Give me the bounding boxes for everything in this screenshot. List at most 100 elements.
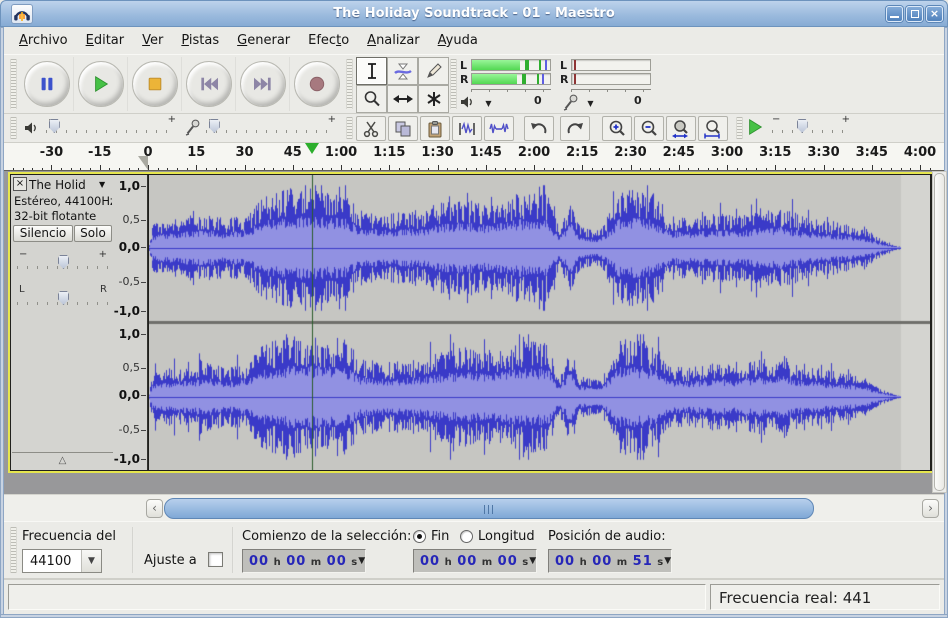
- play-at-speed-button[interactable]: [746, 118, 764, 136]
- menu-efecto[interactable]: Efecto: [299, 29, 358, 52]
- menu-ayuda[interactable]: Ayuda: [429, 29, 487, 52]
- titlebar[interactable]: The Holiday Soundtrack - 01 - Maestro ×: [0, 0, 948, 27]
- maximize-icon: [911, 10, 919, 18]
- end-radio[interactable]: [413, 530, 426, 543]
- envelope-tool-button[interactable]: [387, 57, 418, 85]
- play-at-speed-icon: [746, 118, 764, 136]
- solo-button[interactable]: Solo: [74, 225, 112, 242]
- draw-tool-button[interactable]: [418, 57, 449, 85]
- separator: [232, 527, 234, 573]
- menu-pistas[interactable]: Pistas: [172, 29, 228, 52]
- playback-speed-slider[interactable]: − +: [772, 119, 850, 137]
- transcription-toolbar-grip[interactable]: [736, 117, 743, 139]
- meter-toolbar-grip[interactable]: [450, 59, 457, 109]
- menu-ver[interactable]: Ver: [133, 29, 172, 52]
- timeshift-tool-button[interactable]: [387, 85, 418, 113]
- transport-toolbar-grip[interactable]: [10, 59, 17, 109]
- input-volume-slider[interactable]: − +: [206, 119, 336, 137]
- record-button[interactable]: [294, 61, 340, 107]
- output-meter-dropdown[interactable]: ▼: [480, 98, 497, 110]
- undo-button[interactable]: [524, 116, 554, 141]
- horizontal-scrollbar-thumb[interactable]: [164, 498, 814, 519]
- menu-generar[interactable]: Generar: [228, 29, 299, 52]
- vertical-scrollbar[interactable]: [932, 171, 947, 493]
- transport-cell: [128, 57, 182, 111]
- vertical-ruler[interactable]: 1,00,50,0-0,5-1,01,00,50,0-0,5-1,0: [113, 175, 148, 470]
- zoom-out-button[interactable]: [634, 116, 664, 141]
- silence-button[interactable]: [484, 116, 514, 141]
- vertical-ruler-tick: [141, 220, 146, 221]
- transport-cell: [236, 57, 290, 111]
- end-radio-label[interactable]: Fin: [431, 529, 449, 544]
- input-meter-left-label: L: [560, 59, 567, 72]
- length-radio-label[interactable]: Longitud: [478, 529, 535, 544]
- close-button[interactable]: ×: [926, 6, 943, 22]
- zoom-selection-button[interactable]: [666, 116, 696, 141]
- mute-button[interactable]: Silencio: [13, 225, 73, 242]
- selection-end-field[interactable]: 00 h 00 m 00 s▼: [413, 549, 537, 573]
- mixer-toolbar-grip[interactable]: [10, 117, 17, 139]
- zoom-fit-button[interactable]: [698, 116, 728, 141]
- maximize-button[interactable]: [906, 6, 923, 22]
- scroll-left-button[interactable]: ‹: [146, 499, 163, 518]
- timeline-ruler[interactable]: -30-1501530451:001:151:301:452:002:152:3…: [4, 143, 944, 171]
- redo-button[interactable]: [560, 116, 590, 141]
- waveform-display[interactable]: [149, 175, 930, 470]
- selection-tool-button[interactable]: [356, 57, 387, 85]
- output-meter[interactable]: L R ▼ 0: [460, 58, 556, 112]
- multi-tool-button[interactable]: [418, 85, 449, 113]
- menu-archivo[interactable]: Archivo: [10, 29, 77, 52]
- selection-toolbar-grip[interactable]: [10, 527, 17, 573]
- track-title-dropdown[interactable]: The Holid ▼: [29, 177, 111, 192]
- menu-editar[interactable]: Editar: [77, 29, 134, 52]
- paste-button[interactable]: [420, 116, 450, 141]
- play-button[interactable]: [78, 61, 124, 107]
- track-collapse-button[interactable]: △: [12, 452, 113, 469]
- snap-to-checkbox[interactable]: [208, 552, 223, 567]
- output-meter-zero-label: 0: [534, 94, 542, 107]
- window-frame-bottom: [0, 614, 948, 618]
- output-volume-slider[interactable]: − +: [46, 119, 176, 137]
- input-meter-dropdown[interactable]: ▼: [582, 98, 599, 110]
- pause-button[interactable]: [24, 61, 70, 107]
- audio-position-field[interactable]: 00 h 00 m 51 s▼: [548, 549, 672, 573]
- status-rate-panel: Frecuencia real: 441: [710, 584, 940, 610]
- track-control-panel: × The Holid ▼ Estéreo, 44100Hz 32-bit fl…: [11, 175, 113, 470]
- track-close-button[interactable]: ×: [13, 177, 27, 191]
- zoom-tool-button[interactable]: [356, 85, 387, 113]
- project-rate-label: Frecuencia del: [22, 529, 116, 544]
- vertical-scrollbar-thumb[interactable]: [934, 173, 945, 491]
- length-radio[interactable]: [460, 530, 473, 543]
- minimize-button[interactable]: [886, 6, 903, 22]
- menu-analizar[interactable]: Analizar: [358, 29, 428, 52]
- star-icon: [425, 90, 443, 108]
- stop-button[interactable]: [132, 61, 178, 107]
- skip-end-button[interactable]: [240, 61, 286, 107]
- edit-toolbar-grip[interactable]: [346, 117, 353, 139]
- trim-button[interactable]: [452, 116, 482, 141]
- selection-start-field[interactable]: 00 h 00 m 00 s▼: [242, 549, 366, 573]
- track-gain-slider[interactable]: − +: [17, 255, 109, 273]
- ruler-label: 1:00: [325, 145, 357, 160]
- stereo-waveform-canvas[interactable]: [149, 175, 930, 470]
- speaker-icon: [460, 95, 475, 109]
- trim-icon: [457, 120, 477, 138]
- ruler-label: 30: [235, 145, 253, 160]
- tools-toolbar-grip[interactable]: [346, 59, 353, 109]
- ruler-label: 15: [187, 145, 205, 160]
- cut-button[interactable]: [356, 116, 386, 141]
- transport-cell: [20, 57, 74, 111]
- track-area: × The Holid ▼ Estéreo, 44100Hz 32-bit fl…: [4, 171, 944, 494]
- project-rate-combo[interactable]: 44100 ▼: [22, 549, 102, 573]
- zoom-in-button[interactable]: [602, 116, 632, 141]
- copy-button[interactable]: [388, 116, 418, 141]
- output-meter-scale: [471, 89, 551, 92]
- scroll-right-button[interactable]: ›: [922, 499, 939, 518]
- plus-label: +: [168, 114, 176, 125]
- pan-left-label: L: [19, 284, 25, 295]
- input-meter[interactable]: L R ▼ 0: [560, 58, 656, 112]
- horizontal-scrollbar[interactable]: ‹ ›: [4, 494, 944, 521]
- track-pan-slider[interactable]: L R: [17, 291, 109, 309]
- skip-start-button[interactable]: [186, 61, 232, 107]
- window-title: The Holiday Soundtrack - 01 - Maestro: [1, 6, 947, 21]
